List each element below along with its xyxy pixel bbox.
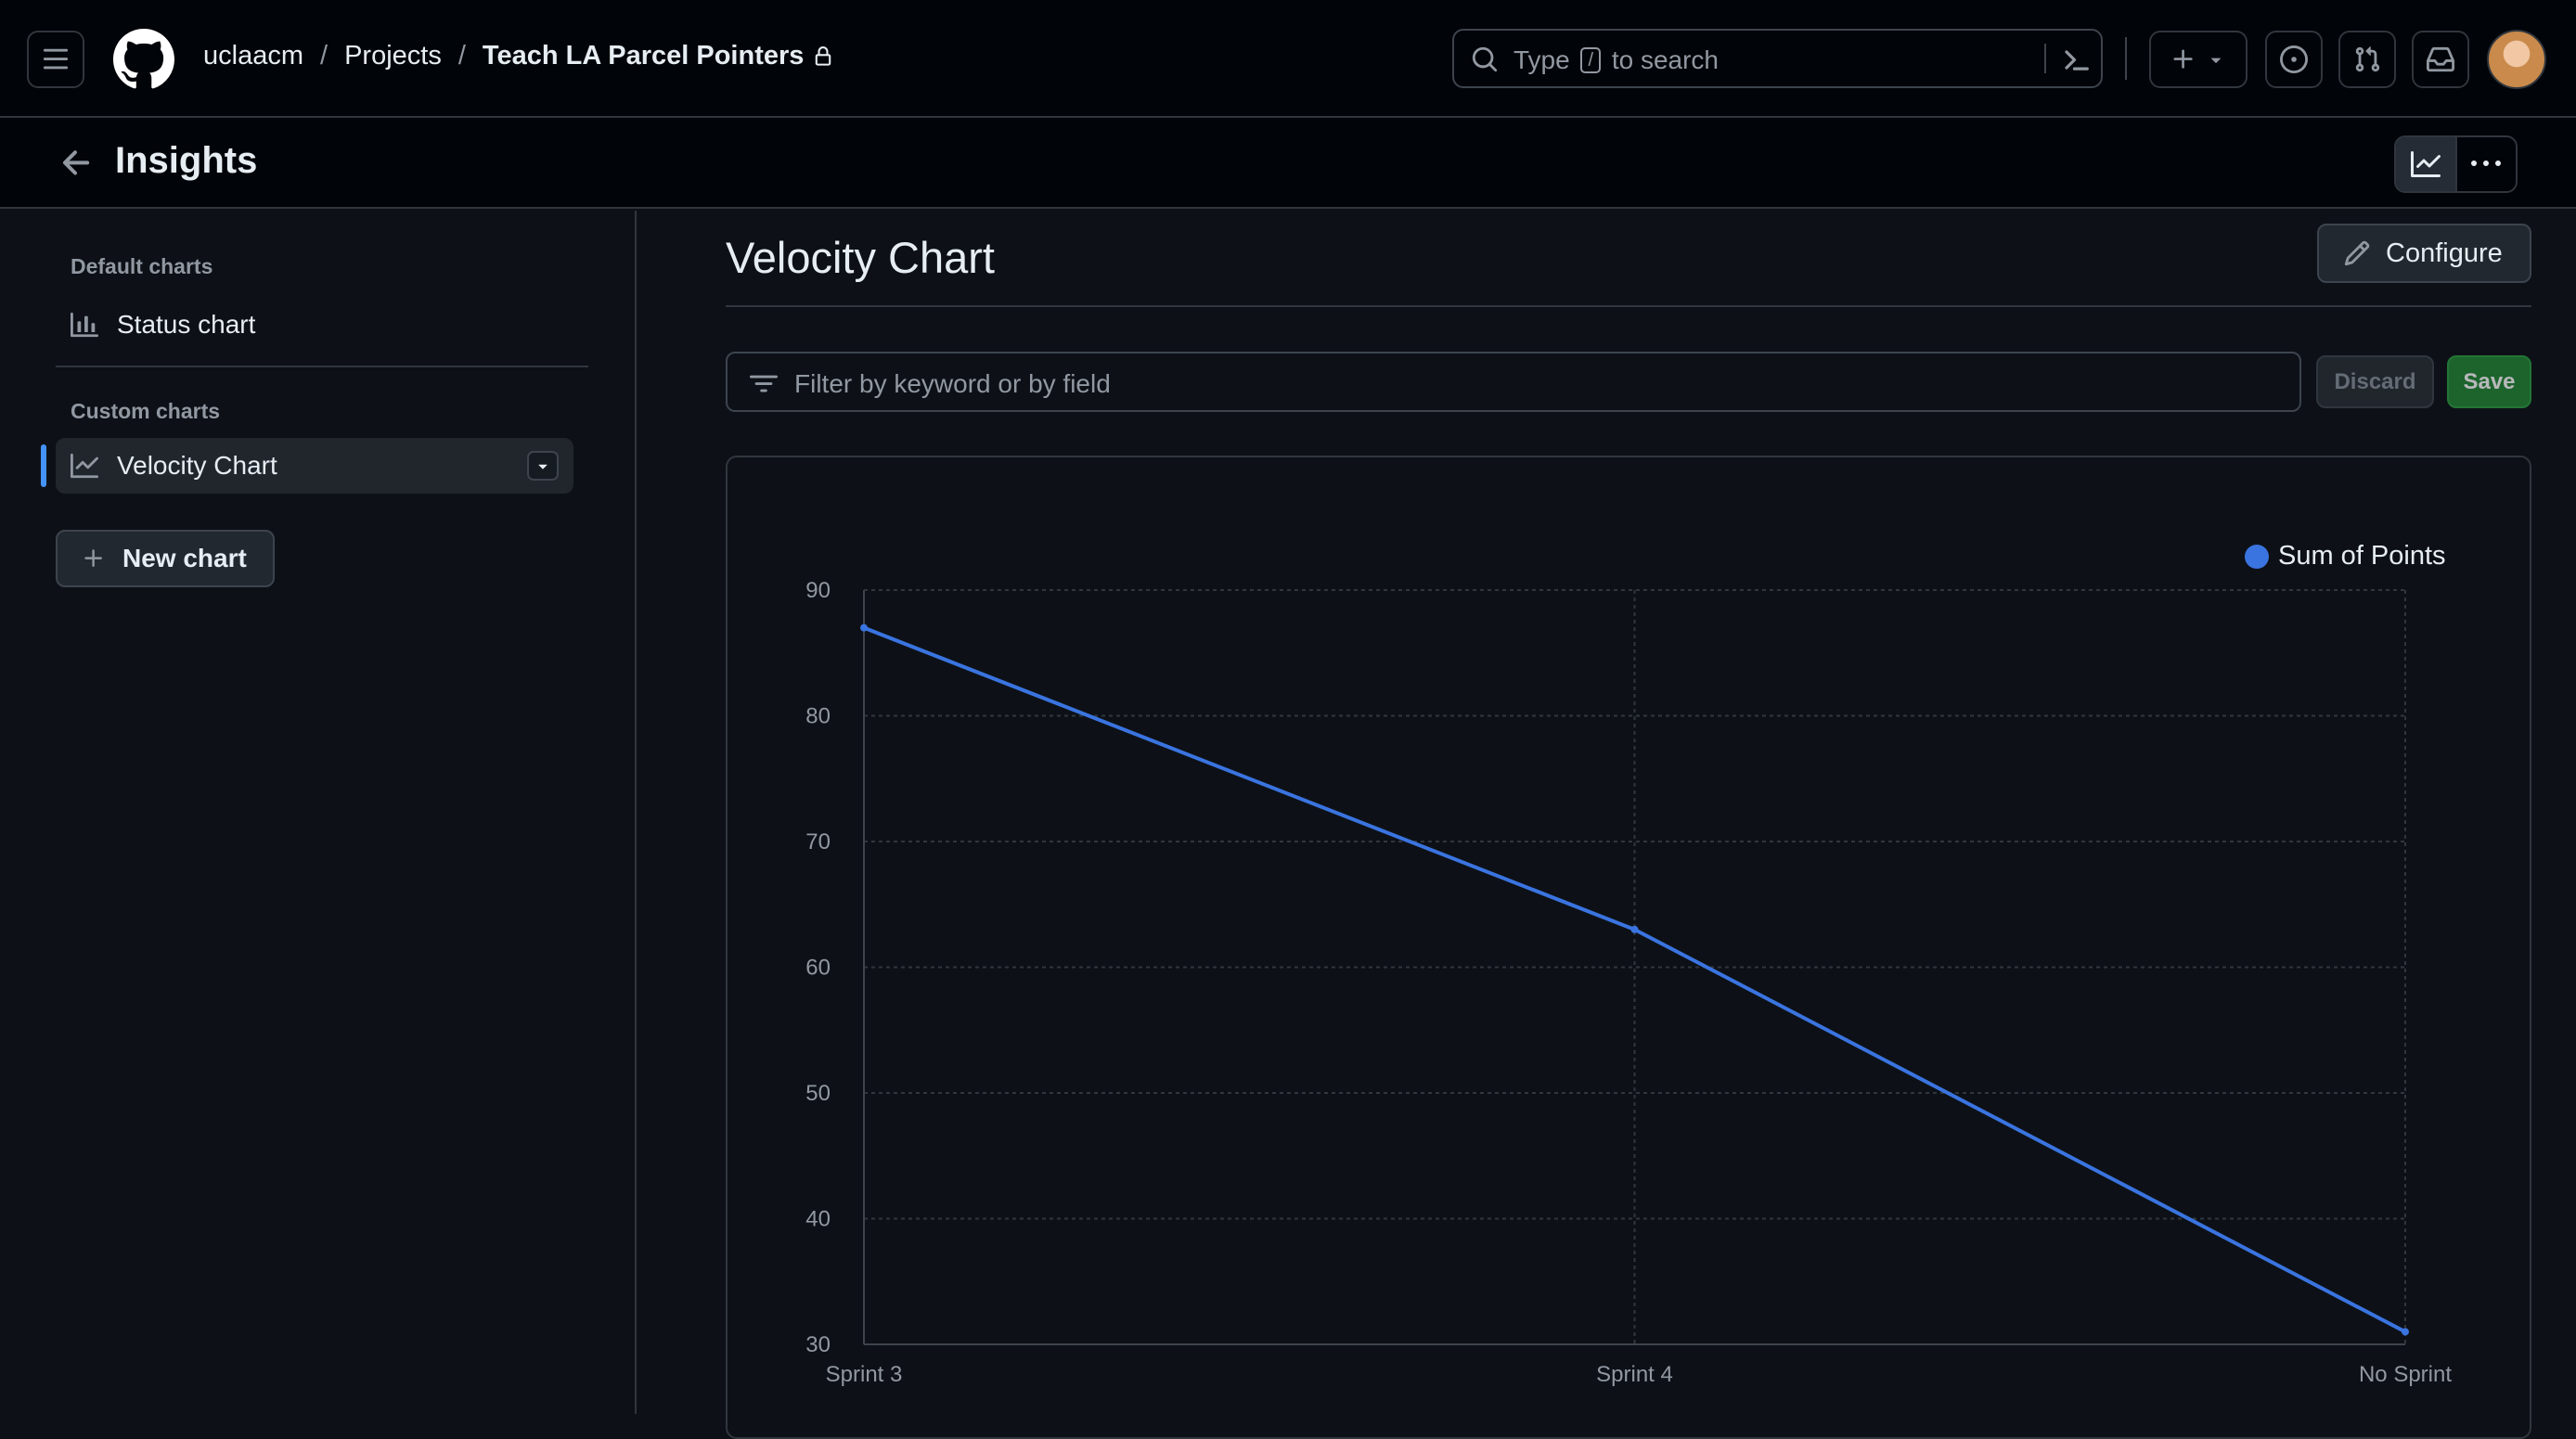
- data-point: [1630, 925, 1639, 933]
- y-tick-label: 50: [805, 1081, 831, 1106]
- data-point: [860, 623, 868, 632]
- y-tick-label: 90: [805, 578, 831, 603]
- y-tick-label: 40: [805, 1207, 831, 1232]
- y-tick-label: 30: [805, 1332, 831, 1357]
- x-tick-label: No Sprint: [2359, 1362, 2452, 1387]
- data-point: [2402, 1328, 2409, 1336]
- x-tick-label: Sprint 3: [826, 1362, 903, 1387]
- y-tick-label: 60: [805, 956, 831, 981]
- velocity-line-chart: 90 80 70 60 50 40 30 Sprint 3 Sprint 4 No Sprint: [805, 578, 2452, 1387]
- x-tick-label: Sprint 4: [1596, 1362, 1673, 1387]
- y-tick-label: 70: [805, 829, 831, 854]
- y-tick-label: 80: [805, 704, 831, 729]
